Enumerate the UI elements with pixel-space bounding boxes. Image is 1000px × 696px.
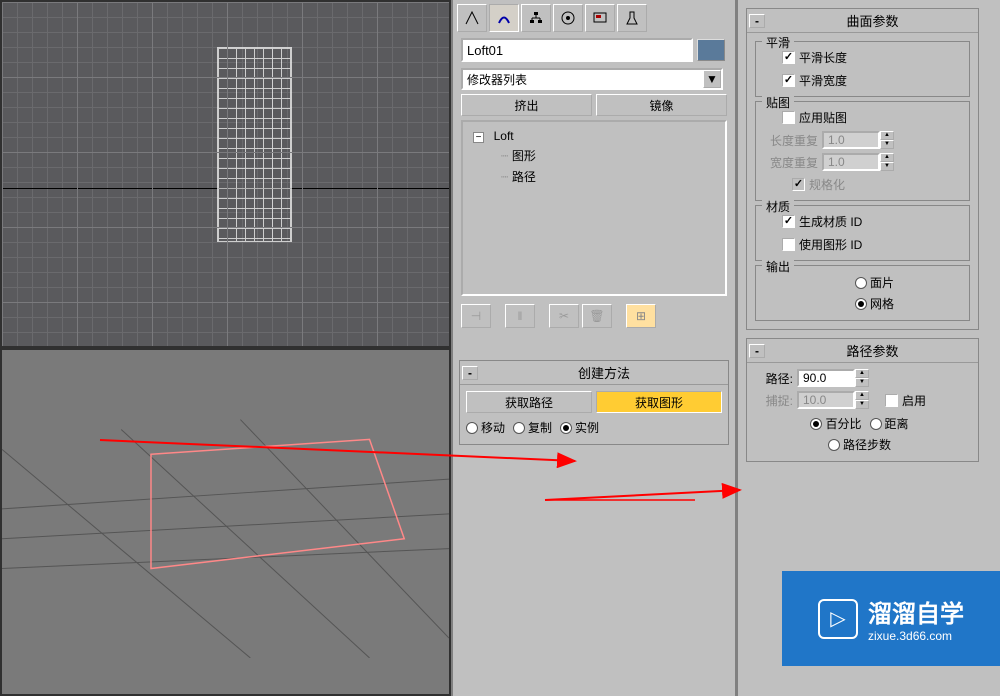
modifier-stack[interactable]: − Loft ┈ 图形 ┈ 路径 [461, 120, 727, 296]
rollout-toggle-icon[interactable]: - [749, 344, 765, 358]
make-unique-icon[interactable]: ✂ [549, 304, 579, 328]
tree-item-shape[interactable]: ┈ 图形 [467, 145, 721, 166]
surface-params-title: 曲面参数 [769, 11, 976, 30]
configure-modifier-sets-icon[interactable]: ⊞ [626, 304, 656, 328]
radio-distance[interactable]: 距离 [870, 415, 909, 432]
use-shape-id-label: 使用图形 ID [799, 236, 862, 253]
rollout-toggle-icon[interactable]: - [749, 14, 765, 28]
normalize-checkbox [792, 178, 805, 191]
object-name-input[interactable] [461, 38, 693, 62]
width-repeat-input [822, 153, 880, 171]
rollout-title: 创建方法 [482, 363, 726, 382]
tab-display[interactable] [585, 4, 615, 32]
smooth-width-checkbox[interactable] [782, 74, 795, 87]
spinner-down-icon[interactable]: ▼ [880, 140, 894, 149]
rollout-toggle-icon[interactable]: - [462, 366, 478, 380]
tab-motion[interactable] [553, 4, 583, 32]
radio-icon [855, 277, 867, 289]
spinner-down-icon[interactable]: ▼ [855, 400, 869, 409]
length-repeat-input [822, 131, 880, 149]
snap-value-input [797, 391, 855, 409]
creation-method-rollout: - 创建方法 获取路径 获取图形 移动 复制 [459, 360, 729, 445]
gen-material-id-label: 生成材质 ID [799, 213, 862, 230]
spinner-up-icon[interactable]: ▲ [855, 391, 869, 400]
output-section-title: 输出 [762, 258, 794, 275]
apply-mapping-checkbox[interactable] [782, 111, 795, 124]
tab-create[interactable] [457, 4, 487, 32]
normalize-label: 规格化 [809, 176, 865, 193]
use-shape-id-checkbox[interactable] [782, 238, 795, 251]
radio-icon [855, 298, 867, 310]
perspective-grid [2, 350, 449, 658]
tree-item-loft[interactable]: − Loft [467, 126, 721, 145]
watermark: ▷ 溜溜自学 zixue.3d66.com [782, 571, 1000, 666]
smooth-length-checkbox[interactable] [782, 51, 795, 64]
pin-stack-icon[interactable]: ⊣ [461, 304, 491, 328]
loft-wireframe[interactable] [217, 47, 292, 242]
path-label: 路径: [753, 370, 793, 387]
object-color-swatch[interactable] [697, 39, 725, 61]
radio-percent[interactable]: 百分比 [810, 415, 861, 432]
gen-material-id-checkbox[interactable] [782, 215, 795, 228]
spinner-down-icon[interactable]: ▼ [855, 378, 869, 387]
spinner-up-icon[interactable]: ▲ [855, 369, 869, 378]
material-section-title: 材质 [762, 198, 794, 215]
top-viewport[interactable] [0, 0, 451, 348]
spinner-down-icon[interactable]: ▼ [880, 162, 894, 171]
remove-modifier-icon[interactable]: 🗑 [582, 304, 612, 328]
watermark-title: 溜溜自学 [868, 594, 964, 629]
radio-icon [810, 418, 822, 430]
radio-icon [828, 439, 840, 451]
play-icon: ▷ [818, 599, 858, 639]
enable-snap-checkbox[interactable] [885, 394, 898, 407]
tab-modify[interactable] [489, 4, 519, 32]
spinner-up-icon[interactable]: ▲ [880, 131, 894, 140]
dropdown-arrow-icon: ▼ [703, 70, 721, 88]
radio-move[interactable]: 移动 [466, 419, 505, 436]
mapping-section-title: 贴图 [762, 94, 794, 111]
modifier-list-text: 修改器列表 [467, 71, 527, 88]
smooth-width-label: 平滑宽度 [799, 72, 847, 89]
tab-hierarchy[interactable] [521, 4, 551, 32]
mirror-button[interactable]: 镜像 [596, 94, 727, 116]
extrude-button[interactable]: 挤出 [461, 94, 592, 116]
smooth-section-title: 平滑 [762, 34, 794, 51]
watermark-url: zixue.3d66.com [868, 629, 964, 643]
width-repeat-label: 宽度重复 [762, 154, 818, 171]
snap-label: 捕捉: [753, 392, 793, 409]
axis-vertical [77, 2, 78, 346]
get-path-button[interactable]: 获取路径 [466, 391, 592, 413]
enable-label: 启用 [902, 392, 926, 409]
spinner-up-icon[interactable]: ▲ [880, 153, 894, 162]
tree-collapse-icon[interactable]: − [473, 132, 484, 143]
show-end-result-icon[interactable]: ‖ [505, 304, 535, 328]
smooth-length-label: 平滑长度 [799, 49, 847, 66]
perspective-viewport[interactable] [0, 348, 451, 696]
path-value-input[interactable] [797, 369, 855, 387]
get-shape-button[interactable]: 获取图形 [596, 391, 722, 413]
path-params-title: 路径参数 [769, 341, 976, 360]
radio-instance[interactable]: 实例 [560, 419, 599, 436]
tree-item-path[interactable]: ┈ 路径 [467, 166, 721, 187]
radio-icon [513, 422, 525, 434]
radio-path-steps[interactable]: 路径步数 [828, 436, 891, 453]
radio-copy[interactable]: 复制 [513, 419, 552, 436]
radio-icon [870, 418, 882, 430]
length-repeat-label: 长度重复 [762, 132, 818, 149]
radio-output-patch[interactable]: 面片 [855, 274, 894, 291]
command-panel: 修改器列表 ▼ 挤出 镜像 − Loft ┈ 图形 ┈ 路径 ⊣ ‖ [451, 0, 737, 696]
modifier-list-dropdown[interactable]: 修改器列表 ▼ [461, 68, 723, 90]
radio-icon [560, 422, 572, 434]
radio-icon [466, 422, 478, 434]
tab-utilities[interactable] [617, 4, 647, 32]
apply-mapping-label: 应用贴图 [799, 109, 847, 126]
radio-output-mesh[interactable]: 网格 [855, 295, 894, 312]
